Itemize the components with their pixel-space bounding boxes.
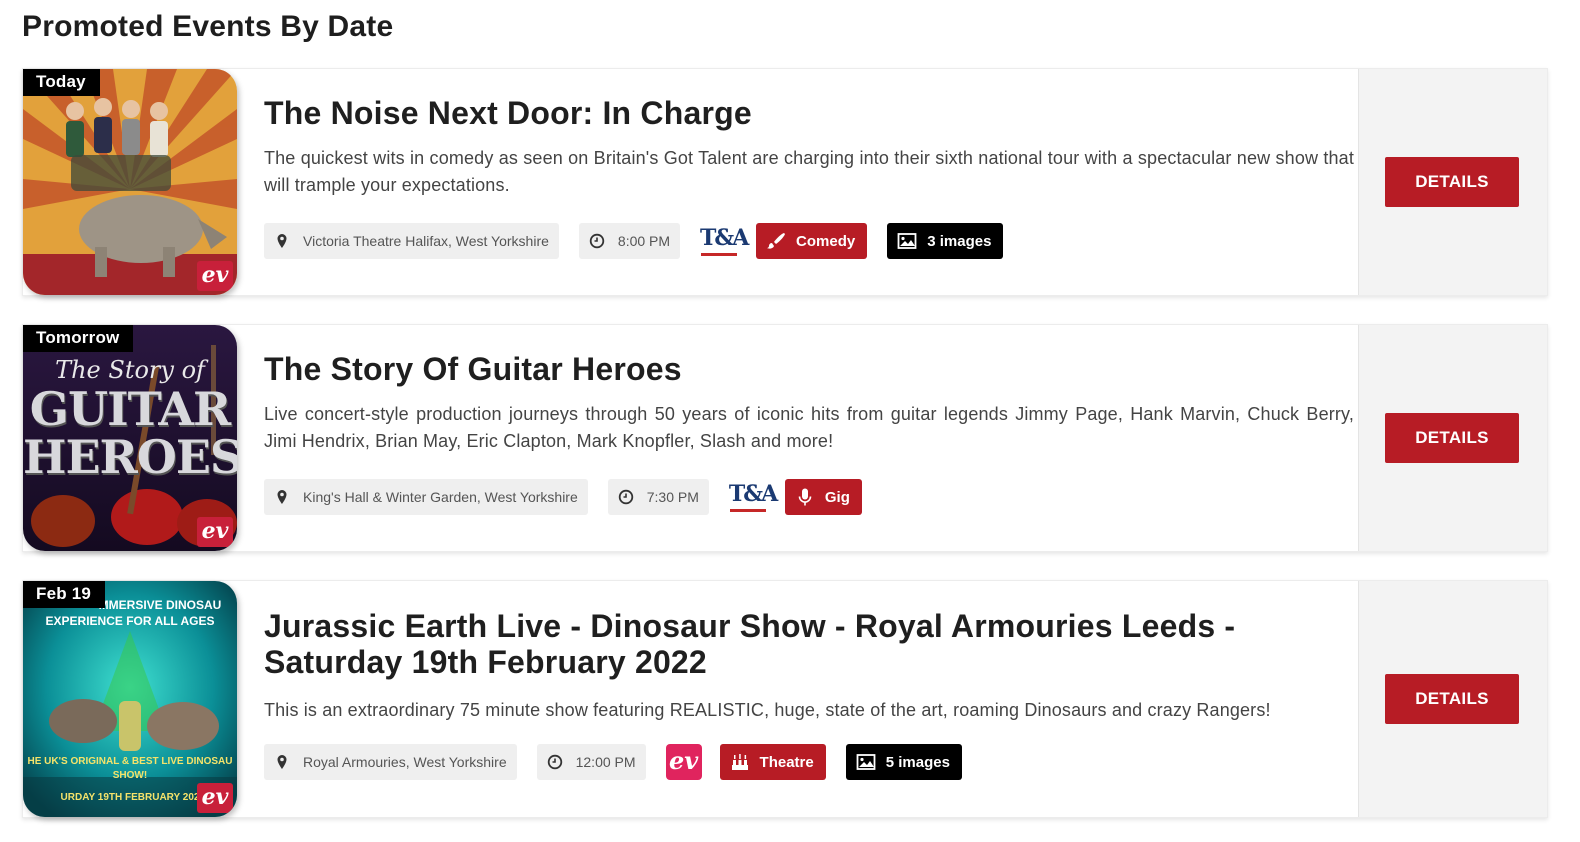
ta-logo-icon[interactable]: T&A bbox=[729, 480, 778, 514]
image-icon bbox=[856, 754, 876, 770]
poster-text: The Story of GUITAR HEROES bbox=[23, 356, 237, 484]
ev-logo-icon: ev bbox=[197, 783, 233, 813]
clock-icon bbox=[589, 233, 605, 249]
event-thumbnail[interactable]: Today ev bbox=[23, 69, 237, 295]
event-title[interactable]: Jurassic Earth Live - Dinosaur Show - Ro… bbox=[264, 608, 1244, 680]
event-title[interactable]: The Story Of Guitar Heroes bbox=[264, 351, 1354, 387]
event-card: Tomorrow The Story of GUITAR HEROES ev T… bbox=[22, 324, 1548, 552]
event-content: Jurassic Earth Live - Dinosaur Show - Ro… bbox=[264, 581, 1354, 780]
category-tag-comedy[interactable]: Comedy bbox=[756, 223, 868, 259]
venue-text: King's Hall & Winter Garden, West Yorksh… bbox=[303, 489, 578, 505]
details-button[interactable]: DETAILS bbox=[1385, 674, 1519, 724]
date-badge: Today bbox=[23, 69, 100, 96]
section-title: Promoted Events By Date bbox=[22, 10, 394, 43]
details-panel: DETAILS bbox=[1358, 581, 1547, 817]
clock-icon bbox=[547, 754, 562, 770]
theatre-icon bbox=[731, 754, 748, 770]
ev-logo-icon: ev bbox=[197, 261, 233, 291]
time-text: 12:00 PM bbox=[575, 754, 636, 770]
venue-text: Victoria Theatre Halifax, West Yorkshire bbox=[303, 233, 549, 249]
event-thumbnail[interactable]: Feb 19 MMERSIVE DINOSAU EXPERIENCE FOR A… bbox=[23, 581, 237, 817]
category-label: Gig bbox=[824, 488, 850, 506]
venue-chip[interactable]: King's Hall & Winter Garden, West Yorksh… bbox=[264, 479, 588, 515]
ev-logo-icon: ev bbox=[197, 517, 233, 547]
event-meta: King's Hall & Winter Garden, West Yorksh… bbox=[264, 479, 1354, 515]
details-panel: DETAILS bbox=[1358, 325, 1547, 551]
event-description: Live concert-style production journeys t… bbox=[264, 404, 1354, 451]
event-description: The quickest wits in comedy as seen on B… bbox=[264, 148, 1354, 195]
ta-logo-icon[interactable]: T&A bbox=[700, 224, 749, 258]
images-count: 3 images bbox=[927, 232, 992, 250]
map-pin-icon bbox=[277, 490, 287, 504]
event-meta: Victoria Theatre Halifax, West Yorkshire… bbox=[264, 223, 1354, 259]
category-tag-gig[interactable]: Gig bbox=[784, 479, 862, 515]
image-icon bbox=[897, 233, 917, 249]
venue-text: Royal Armouries, West Yorkshire bbox=[303, 754, 507, 770]
time-text: 8:00 PM bbox=[617, 233, 671, 249]
details-panel: DETAILS bbox=[1358, 69, 1547, 295]
details-button[interactable]: DETAILS bbox=[1385, 413, 1519, 463]
images-tag[interactable]: 5 images bbox=[845, 744, 962, 780]
event-description: This is an extraordinary 75 minute show … bbox=[264, 700, 1271, 720]
ev-provider-logo-icon[interactable]: ev bbox=[665, 744, 702, 780]
date-badge: Feb 19 bbox=[23, 581, 106, 608]
map-pin-icon bbox=[277, 755, 287, 769]
clock-icon bbox=[618, 489, 633, 505]
images-tag[interactable]: 3 images bbox=[887, 223, 1004, 259]
event-content: The Noise Next Door: In Charge The quick… bbox=[264, 69, 1354, 259]
time-chip: 7:30 PM bbox=[607, 479, 709, 515]
details-button[interactable]: DETAILS bbox=[1385, 157, 1519, 207]
venue-chip[interactable]: Victoria Theatre Halifax, West Yorkshire bbox=[264, 223, 559, 259]
images-count: 5 images bbox=[885, 753, 950, 771]
category-label: Comedy bbox=[796, 232, 856, 250]
date-badge: Tomorrow bbox=[23, 325, 134, 352]
time-text: 7:30 PM bbox=[646, 489, 699, 505]
event-content: The Story Of Guitar Heroes Live concert-… bbox=[264, 325, 1354, 515]
event-card: Feb 19 MMERSIVE DINOSAU EXPERIENCE FOR A… bbox=[22, 580, 1548, 818]
paintbrush-icon bbox=[767, 233, 786, 249]
category-tag-theatre[interactable]: Theatre bbox=[719, 744, 826, 780]
event-thumbnail[interactable]: Tomorrow The Story of GUITAR HEROES ev bbox=[23, 325, 237, 551]
map-pin-icon bbox=[277, 234, 287, 248]
time-chip: 12:00 PM bbox=[536, 744, 646, 780]
event-title[interactable]: The Noise Next Door: In Charge bbox=[264, 95, 1354, 131]
event-card: Today ev The Noise Next Door: In Charge … bbox=[22, 68, 1548, 296]
category-label: Theatre bbox=[759, 753, 814, 771]
event-meta: Royal Armouries, West Yorkshire 12:00 PM… bbox=[264, 744, 1354, 780]
microphone-icon bbox=[798, 488, 812, 506]
time-chip: 8:00 PM bbox=[578, 223, 681, 259]
venue-chip[interactable]: Royal Armouries, West Yorkshire bbox=[264, 744, 517, 780]
